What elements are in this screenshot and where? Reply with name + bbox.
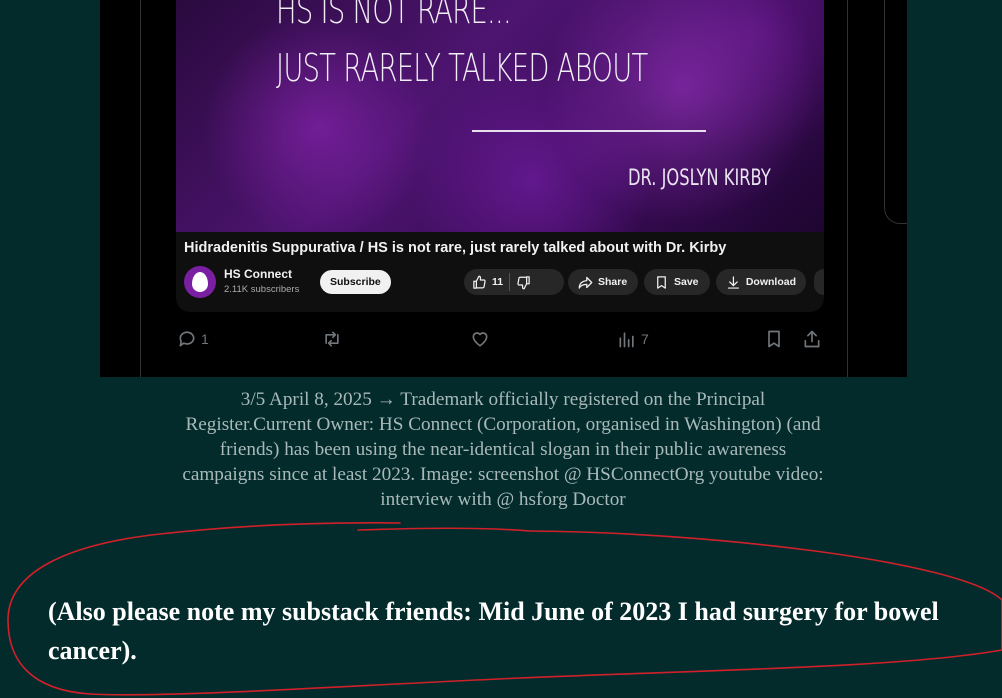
download-button[interactable]: Download	[716, 269, 806, 295]
more-actions-button[interactable]	[814, 269, 824, 295]
analytics-bars-icon	[619, 332, 634, 348]
thumbnail-headline-2: JUST RARELY TALKED ABOUT	[276, 46, 648, 90]
like-dislike-group: 11	[464, 269, 564, 295]
repost-button[interactable]	[322, 329, 342, 349]
reply-count: 1	[201, 331, 209, 347]
like-count: 11	[492, 276, 504, 288]
channel-avatar[interactable]	[184, 266, 216, 298]
heart-icon	[472, 332, 488, 347]
save-button[interactable]: Save	[644, 269, 710, 295]
highlighted-note: (Also please note my substack friends: M…	[48, 597, 939, 665]
bookmark-button[interactable]	[764, 329, 784, 349]
views-button[interactable]: 7	[617, 329, 649, 349]
image-caption: 3/5 April 8, 2025 → Trademark officially…	[182, 389, 824, 510]
share-post-button[interactable]	[802, 329, 822, 349]
reply-button[interactable]: 1	[177, 329, 209, 349]
subscribe-button[interactable]: Subscribe	[320, 270, 391, 294]
marker-stroke-top	[357, 527, 531, 532]
channel-name[interactable]: HS Connect	[224, 267, 292, 281]
youtube-embed: HS IS NOT RARE... JUST RARELY TALKED ABO…	[176, 0, 824, 312]
bookmark-outline-icon	[768, 330, 780, 348]
thumbnail-divider	[472, 130, 706, 132]
share-arrow-icon	[578, 276, 593, 289]
share-button[interactable]: Share	[568, 269, 638, 295]
like-heart-button[interactable]	[470, 329, 490, 349]
like-separator	[509, 273, 511, 291]
sidebar-card	[884, 0, 907, 224]
embedded-screenshot: HS IS NOT RARE... JUST RARELY TALKED ABO…	[100, 0, 907, 377]
bookmark-icon	[657, 275, 666, 289]
video-title[interactable]: Hidradenitis Suppurativa / HS is not rar…	[184, 240, 726, 256]
upload-share-icon	[804, 330, 820, 348]
thumbnail-author: DR. JOSLYN KIRBY	[628, 166, 771, 191]
view-count: 7	[641, 331, 649, 347]
download-icon	[727, 275, 739, 289]
download-label: Download	[745, 276, 796, 288]
share-label: Share	[598, 276, 628, 288]
save-label: Save	[674, 276, 699, 288]
dislike-button[interactable]	[516, 275, 531, 290]
repost-icon	[325, 331, 339, 347]
thumbs-up-icon	[473, 275, 486, 289]
reply-bubble-icon	[179, 331, 195, 347]
like-button[interactable]: 11	[472, 275, 503, 290]
subscriber-count: 2.11K subscribers	[224, 284, 300, 295]
video-thumbnail[interactable]: HS IS NOT RARE... JUST RARELY TALKED ABO…	[176, 0, 824, 232]
thumbnail-headline-1: HS IS NOT RARE...	[276, 0, 512, 32]
thumbs-down-icon	[517, 275, 530, 289]
